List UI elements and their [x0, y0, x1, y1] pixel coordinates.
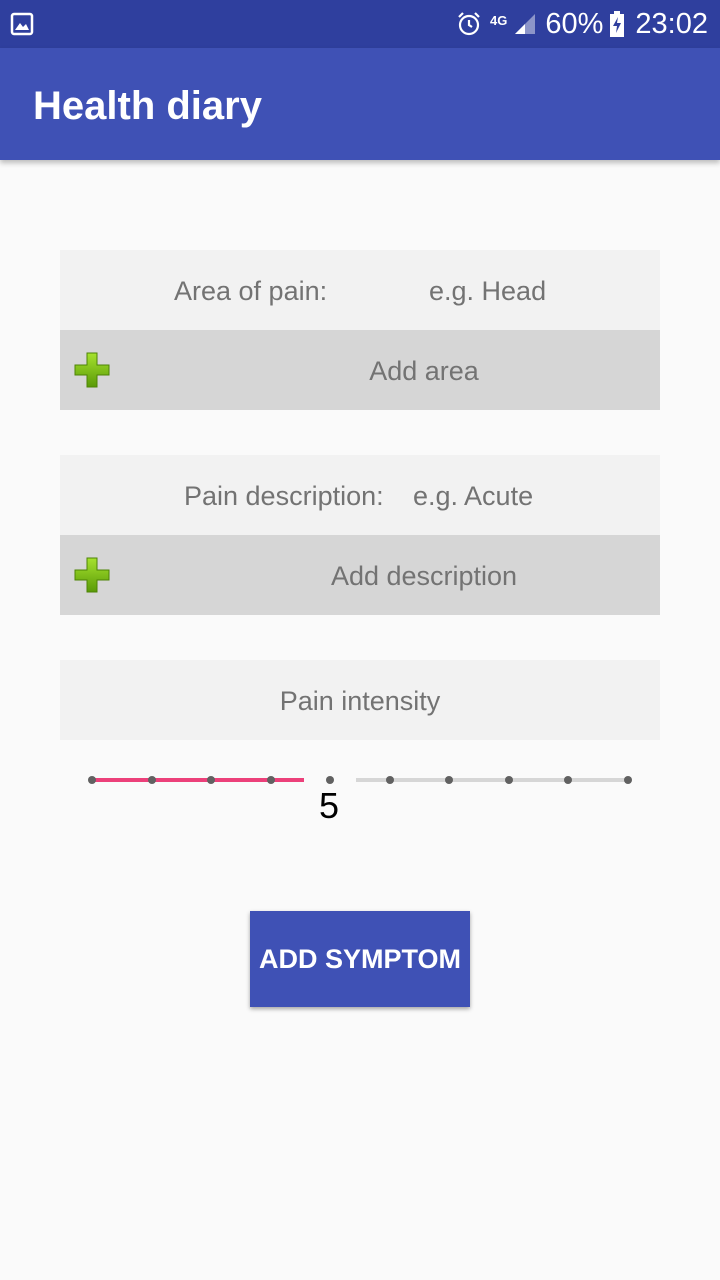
- pain-description-input[interactable]: e.g. Acute: [413, 455, 533, 535]
- app-title: Health diary: [33, 84, 262, 128]
- area-of-pain-field[interactable]: Area of pain: e.g. Head: [60, 250, 660, 330]
- area-of-pain-input[interactable]: e.g. Head: [429, 250, 546, 330]
- network-type-label: 4G: [490, 12, 508, 28]
- battery-charging-icon: [610, 11, 625, 37]
- plus-icon: [74, 352, 110, 388]
- slider-tick: [266, 776, 275, 784]
- app-bar: Health diary: [0, 48, 720, 160]
- clock: 23:02: [635, 7, 708, 40]
- battery-percent: 60%: [545, 7, 604, 40]
- slider-tick: [504, 776, 513, 784]
- status-bar: 4G 60% 23:02: [0, 0, 720, 48]
- pain-intensity-header: Pain intensity: [60, 660, 660, 740]
- slider-tick: [624, 776, 632, 784]
- add-area-button[interactable]: Add area: [60, 330, 660, 410]
- pain-intensity-slider[interactable]: [84, 760, 640, 800]
- add-description-button[interactable]: Add description: [60, 535, 660, 615]
- slider-tick: [445, 776, 454, 784]
- gallery-icon: [10, 12, 34, 36]
- slider-tick: [147, 776, 156, 784]
- pain-description-field[interactable]: Pain description: e.g. Acute: [60, 455, 660, 535]
- add-symptom-button[interactable]: ADD SYMPTOM: [250, 911, 470, 1007]
- plus-icon: [74, 557, 110, 593]
- area-of-pain-label: Area of pain:: [174, 276, 328, 306]
- slider-value-label: 5: [318, 785, 340, 826]
- add-area-label: Add area: [369, 356, 479, 386]
- slider-tick: [564, 776, 573, 784]
- slider-thumb[interactable]: [326, 776, 335, 784]
- add-description-label: Add description: [330, 561, 518, 591]
- pain-intensity-label: Pain intensity: [279, 686, 441, 716]
- slider-tick: [207, 776, 216, 784]
- slider-tick: [88, 776, 96, 784]
- signal-icon: [515, 14, 536, 34]
- pain-description-label: Pain description:: [184, 481, 384, 511]
- slider-track-inactive: [356, 778, 628, 782]
- alarm-icon: [458, 12, 480, 36]
- slider-tick: [385, 776, 394, 784]
